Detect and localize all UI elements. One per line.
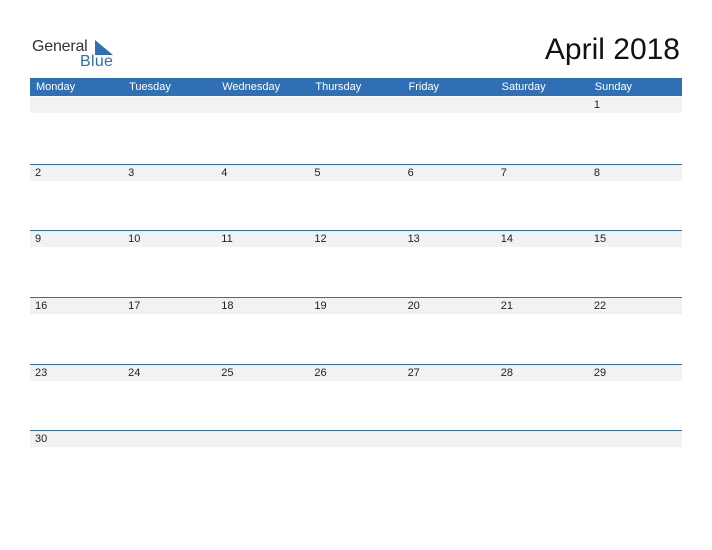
calendar-week-row: 2 3 4 5 6 7 8 [30, 164, 682, 232]
day-number: 7 [500, 167, 507, 179]
day-number [403, 431, 496, 447]
day-number: 24 [128, 367, 141, 379]
day-number [30, 97, 123, 113]
day-number: 23 [35, 367, 48, 379]
calendar-week-row: 16 17 18 19 20 21 22 [30, 297, 682, 365]
page-title: April 2018 [544, 33, 680, 66]
day-number: 14 [500, 233, 513, 245]
day-number [123, 431, 216, 447]
brand-logo: General Blue [32, 38, 122, 72]
day-number: 5 [314, 167, 321, 179]
day-number [309, 431, 402, 447]
day-number [496, 431, 589, 447]
weekday-friday: Friday [408, 81, 440, 93]
day-number: 3 [128, 167, 135, 179]
day-number: 28 [500, 367, 513, 379]
day-number: 13 [407, 233, 420, 245]
day-number [123, 97, 216, 113]
day-number: 29 [593, 367, 607, 379]
day-number: 8 [593, 167, 600, 179]
day-number: 16 [35, 300, 48, 312]
day-number: 18 [221, 300, 234, 312]
day-number [216, 97, 309, 113]
day-number: 15 [593, 233, 607, 245]
day-number: 27 [407, 367, 420, 379]
day-number [216, 431, 309, 447]
calendar-week-row: 9 10 11 12 13 14 15 [30, 230, 682, 298]
calendar-week-row: 1 [30, 97, 682, 164]
day-number: 10 [128, 233, 141, 245]
weekday-monday: Monday [36, 81, 76, 93]
day-number [403, 97, 496, 113]
day-number [589, 431, 682, 447]
weekday-saturday: Saturday [501, 81, 546, 93]
day-number: 9 [35, 233, 42, 245]
day-number: 4 [221, 167, 228, 179]
day-number: 6 [407, 167, 414, 179]
weekday-thursday: Thursday [315, 81, 362, 93]
day-number: 2 [35, 167, 42, 179]
weekday-header: Monday Tuesday Wednesday Thursday Friday… [30, 78, 682, 96]
day-number: 21 [500, 300, 513, 312]
day-number: 26 [314, 367, 327, 379]
day-number: 20 [407, 300, 420, 312]
day-number: 25 [221, 367, 234, 379]
day-number: 17 [128, 300, 141, 312]
day-number: 11 [221, 233, 233, 245]
logo-text-blue: Blue [80, 53, 114, 70]
weekday-tuesday: Tuesday [129, 81, 171, 93]
day-number [496, 97, 589, 113]
calendar-week-row: 23 24 25 26 27 28 29 [30, 364, 682, 432]
day-number: 30 [35, 433, 48, 445]
day-number: 12 [314, 233, 327, 245]
weekday-wednesday: Wednesday [222, 81, 281, 93]
day-number: 1 [593, 99, 600, 111]
calendar-week-row: 30 [30, 430, 682, 498]
day-number: 22 [593, 300, 607, 312]
weekday-sunday: Sunday [594, 81, 633, 93]
day-number [309, 97, 402, 113]
day-number: 19 [314, 300, 327, 312]
